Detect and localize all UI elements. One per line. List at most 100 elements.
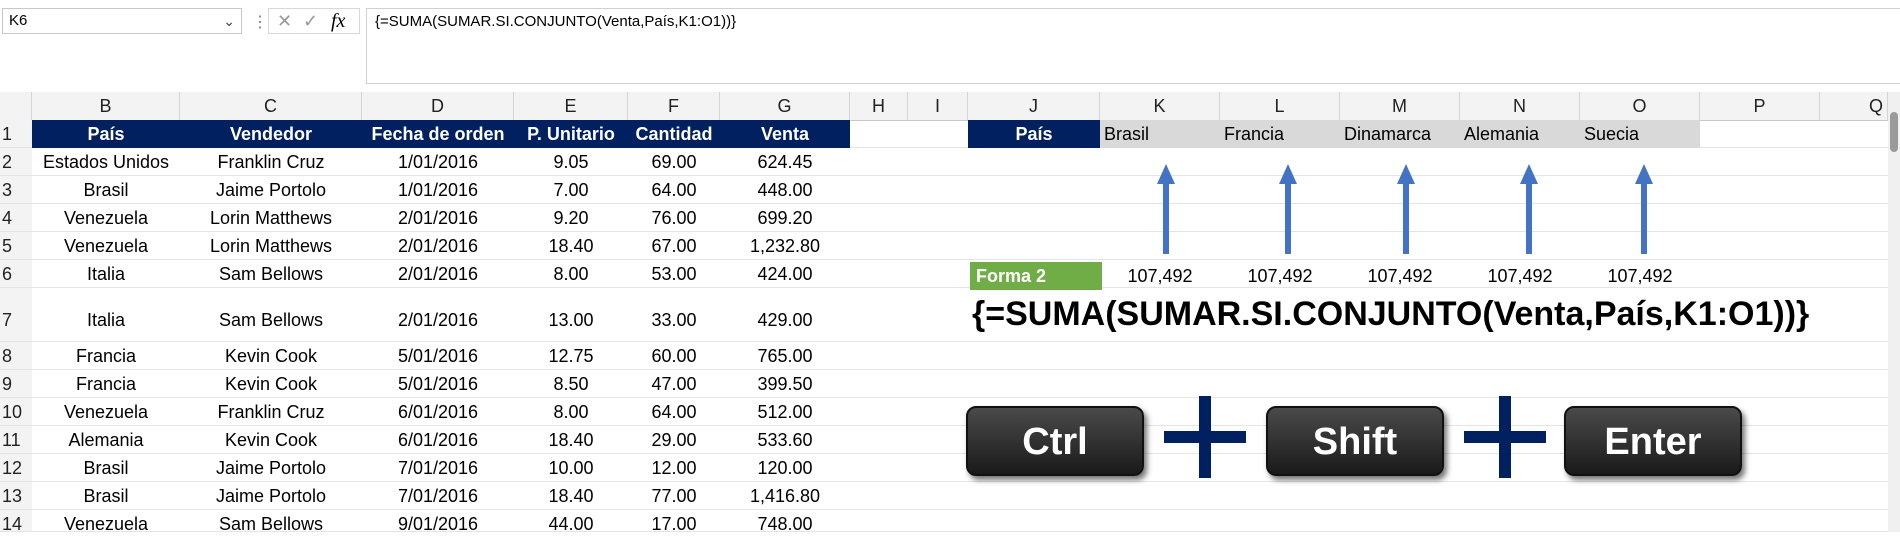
cell-vendedor[interactable]: Kevin Cook xyxy=(180,342,362,370)
column-header-f[interactable]: F xyxy=(628,92,720,120)
criteria-label[interactable]: País xyxy=(968,120,1100,148)
select-all-corner[interactable] xyxy=(0,92,32,120)
result-value[interactable]: 107,492 xyxy=(1100,262,1220,290)
criteria-country[interactable]: Suecia xyxy=(1580,120,1700,148)
scrollbar-thumb[interactable] xyxy=(1890,112,1898,152)
column-header-b[interactable]: B xyxy=(32,92,180,120)
cell-fecha[interactable]: 1/01/2016 xyxy=(362,148,514,176)
cell-venta[interactable]: 512.00 xyxy=(720,398,850,426)
cell-vendedor[interactable]: Kevin Cook xyxy=(180,426,362,454)
cell-fecha[interactable]: 6/01/2016 xyxy=(362,398,514,426)
cell-venta[interactable]: 699.20 xyxy=(720,204,850,232)
column-header-k[interactable]: K xyxy=(1100,92,1220,120)
row-header[interactable]: 10 xyxy=(0,398,32,426)
cell-p-unitario[interactable]: 18.40 xyxy=(514,482,628,510)
header-fecha[interactable]: Fecha de orden xyxy=(362,120,514,148)
header-vendedor[interactable]: Vendedor xyxy=(180,120,362,148)
cell-vendedor[interactable]: Franklin Cruz xyxy=(180,148,362,176)
cell-p-unitario[interactable]: 13.00 xyxy=(514,288,628,342)
row-header[interactable]: 6 xyxy=(0,260,32,288)
cell-vendedor[interactable]: Sam Bellows xyxy=(180,288,362,342)
cell-fecha[interactable]: 6/01/2016 xyxy=(362,426,514,454)
cell-pais[interactable]: Venezuela xyxy=(32,204,180,232)
cell-vendedor[interactable]: Lorin Matthews xyxy=(180,204,362,232)
header-venta[interactable]: Venta xyxy=(720,120,850,148)
cell-venta[interactable]: 765.00 xyxy=(720,342,850,370)
column-header-c[interactable]: C xyxy=(180,92,362,120)
cell-pais[interactable]: Brasil xyxy=(32,454,180,482)
column-header-n[interactable]: N xyxy=(1460,92,1580,120)
cell-cantidad[interactable]: 69.00 xyxy=(628,148,720,176)
cell-venta[interactable]: 1,232.80 xyxy=(720,232,850,260)
cell-pais[interactable]: Venezuela xyxy=(32,510,180,534)
cell-pais[interactable]: Estados Unidos xyxy=(32,148,180,176)
cell-pais[interactable]: Venezuela xyxy=(32,232,180,260)
cell-venta[interactable]: 399.50 xyxy=(720,370,850,398)
cell-vendedor[interactable]: Sam Bellows xyxy=(180,260,362,288)
cell-venta[interactable]: 533.60 xyxy=(720,426,850,454)
cell-vendedor[interactable]: Sam Bellows xyxy=(180,510,362,534)
cell-pais[interactable]: Alemania xyxy=(32,426,180,454)
cell-cantidad[interactable]: 64.00 xyxy=(628,398,720,426)
formula-input[interactable]: {=SUMA(SUMAR.SI.CONJUNTO(Venta,País,K1:O… xyxy=(366,8,1900,84)
cell-pais[interactable]: Francia xyxy=(32,370,180,398)
cell-venta[interactable]: 1,416.80 xyxy=(720,482,850,510)
cell-p-unitario[interactable]: 9.20 xyxy=(514,204,628,232)
row-header[interactable]: 2 xyxy=(0,148,32,176)
column-header-q[interactable]: Q xyxy=(1820,92,1888,120)
cell-fecha[interactable]: 2/01/2016 xyxy=(362,232,514,260)
result-value[interactable]: 107,492 xyxy=(1460,262,1580,290)
cell-cantidad[interactable]: 17.00 xyxy=(628,510,720,534)
cell-cantidad[interactable]: 12.00 xyxy=(628,454,720,482)
criteria-country[interactable]: Francia xyxy=(1220,120,1340,148)
header-p-unitario[interactable]: P. Unitario xyxy=(514,120,628,148)
result-value[interactable]: 107,492 xyxy=(1580,262,1700,290)
name-box[interactable]: K6 ⌄ xyxy=(2,8,242,34)
cell-cantidad[interactable]: 77.00 xyxy=(628,482,720,510)
cell-fecha[interactable]: 2/01/2016 xyxy=(362,204,514,232)
cell-cantidad[interactable]: 47.00 xyxy=(628,370,720,398)
row-header[interactable]: 4 xyxy=(0,204,32,232)
cell-p-unitario[interactable]: 10.00 xyxy=(514,454,628,482)
cell-pais[interactable]: Italia xyxy=(32,260,180,288)
row-header[interactable]: 1 xyxy=(0,120,32,148)
cell-venta[interactable]: 624.45 xyxy=(720,148,850,176)
row-header[interactable]: 8 xyxy=(0,342,32,370)
cell-cantidad[interactable]: 76.00 xyxy=(628,204,720,232)
header-pais[interactable]: País xyxy=(32,120,180,148)
row-header[interactable]: 13 xyxy=(0,482,32,510)
cell-p-unitario[interactable]: 18.40 xyxy=(514,426,628,454)
cell-p-unitario[interactable]: 44.00 xyxy=(514,510,628,534)
cell-cantidad[interactable]: 64.00 xyxy=(628,176,720,204)
row-header[interactable]: 5 xyxy=(0,232,32,260)
cell-venta[interactable]: 120.00 xyxy=(720,454,850,482)
cell-vendedor[interactable]: Jaime Portolo xyxy=(180,482,362,510)
more-options-icon[interactable]: ⋮ xyxy=(252,12,268,32)
cell-fecha[interactable]: 9/01/2016 xyxy=(362,510,514,534)
cell-pais[interactable]: Brasil xyxy=(32,176,180,204)
cell-pais[interactable]: Venezuela xyxy=(32,398,180,426)
cell-vendedor[interactable]: Jaime Portolo xyxy=(180,176,362,204)
header-cantidad[interactable]: Cantidad xyxy=(628,120,720,148)
criteria-country[interactable]: Dinamarca xyxy=(1340,120,1460,148)
cell-pais[interactable]: Francia xyxy=(32,342,180,370)
cell-vendedor[interactable]: Lorin Matthews xyxy=(180,232,362,260)
cell-fecha[interactable]: 7/01/2016 xyxy=(362,454,514,482)
cell-venta[interactable]: 424.00 xyxy=(720,260,850,288)
result-value[interactable]: 107,492 xyxy=(1220,262,1340,290)
cell-p-unitario[interactable]: 7.00 xyxy=(514,176,628,204)
cell-fecha[interactable]: 1/01/2016 xyxy=(362,176,514,204)
column-header-o[interactable]: O xyxy=(1580,92,1700,120)
cell-p-unitario[interactable]: 8.00 xyxy=(514,398,628,426)
row-header[interactable]: 11 xyxy=(0,426,32,454)
cell-cantidad[interactable]: 67.00 xyxy=(628,232,720,260)
row-header[interactable]: 9 xyxy=(0,370,32,398)
chevron-down-icon[interactable]: ⌄ xyxy=(223,9,235,33)
cancel-icon[interactable]: ✕ xyxy=(277,10,292,32)
cell-venta[interactable]: 429.00 xyxy=(720,288,850,342)
cell-cantidad[interactable]: 29.00 xyxy=(628,426,720,454)
column-header-h[interactable]: H xyxy=(850,92,908,120)
cell-fecha[interactable]: 2/01/2016 xyxy=(362,288,514,342)
cell-vendedor[interactable]: Jaime Portolo xyxy=(180,454,362,482)
cell-venta[interactable]: 748.00 xyxy=(720,510,850,534)
